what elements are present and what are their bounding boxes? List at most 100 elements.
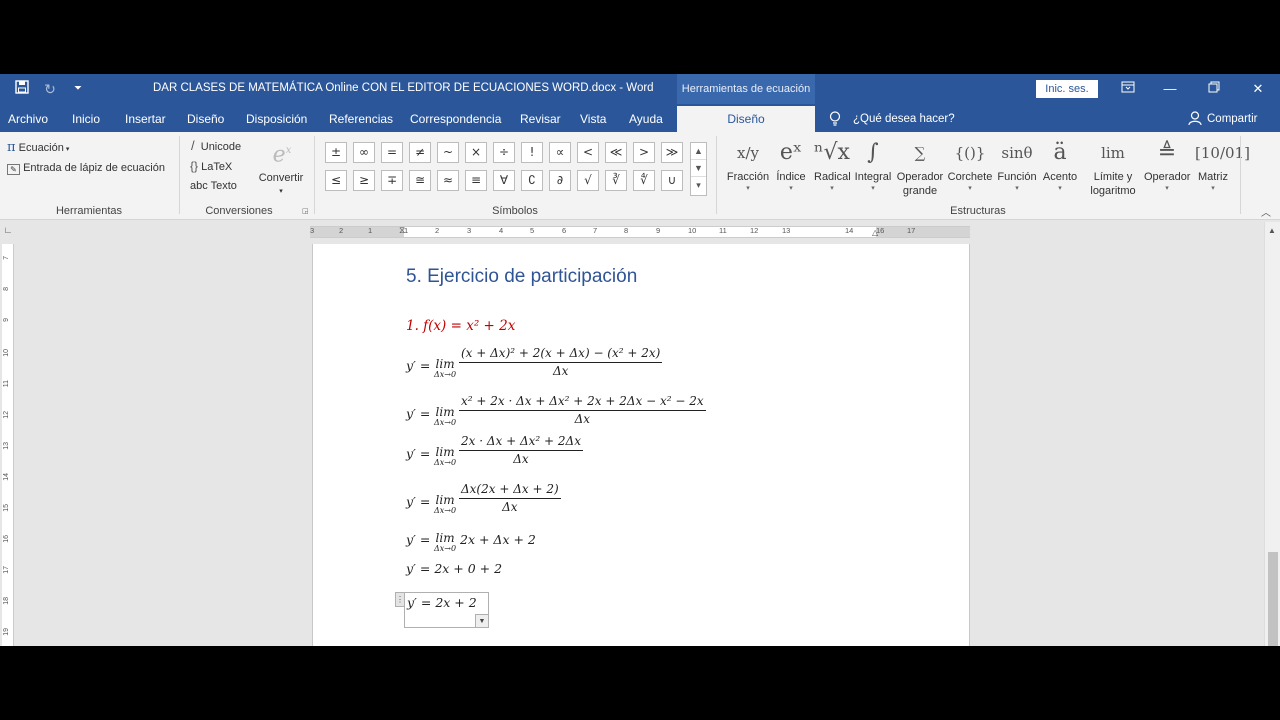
dialog-launcher-icon[interactable]: ◲ (302, 207, 309, 215)
ruler-number: 2 (435, 226, 440, 235)
symbol-button[interactable]: ∀ (493, 170, 515, 191)
latex-label: LaTeX (201, 161, 233, 173)
tab-revisar[interactable]: Revisar (520, 104, 561, 132)
symbol-button[interactable]: ≥ (353, 170, 375, 191)
symbol-button[interactable]: ∪ (661, 170, 683, 191)
ribbon-display-options-icon[interactable] (1116, 79, 1140, 99)
symbol-button[interactable]: × (465, 142, 487, 163)
collapse-ribbon-icon[interactable]: ︿ (1261, 204, 1271, 219)
document-page[interactable]: 5. Ejercicio de participación 1. f(x) = … (312, 244, 970, 646)
matriz-label: Matriz (1198, 171, 1228, 183)
save-icon[interactable] (12, 80, 32, 98)
symbol-button[interactable]: ∂ (549, 170, 571, 191)
tab-insertar[interactable]: Insertar (125, 104, 166, 132)
symbol-button[interactable]: ≪ (605, 142, 627, 163)
symbol-button[interactable]: ∜ (633, 170, 655, 191)
minimize-icon[interactable]: — (1158, 79, 1182, 99)
convertir-label: Convertir (258, 172, 304, 184)
active-equation-box[interactable]: ⋮ y′ = 2x + 2 ▼ (395, 592, 489, 628)
scrollbar-thumb[interactable] (1268, 552, 1278, 646)
structure-funcion-button[interactable]: sinθ Función ▾ (996, 136, 1038, 194)
vertical-scrollbar[interactable]: ▲ (1264, 222, 1280, 646)
limit-operator: lim Δx→0 (434, 406, 456, 427)
structure-radical-button[interactable]: ⁿ√x Radical ▾ (814, 136, 851, 194)
tab-selector-icon[interactable]: ∟ (0, 222, 16, 238)
tab-vista[interactable]: Vista (580, 104, 606, 132)
latex-option[interactable]: {} LaTeX (190, 159, 232, 173)
ink-equation-button[interactable]: ✎ Entrada de lápiz de ecuación (7, 162, 165, 175)
fraction-line-1: (x + Δx)² + 2(x + Δx) − (x² + 2x) Δx (459, 346, 663, 378)
ruler-number: 1 (404, 226, 409, 235)
tab-correspondencia[interactable]: Correspondencia (410, 104, 501, 132)
tell-me-search[interactable]: ¿Qué desea hacer? (853, 104, 955, 132)
unicode-option[interactable]: / Unicode (191, 138, 241, 153)
undo-icon[interactable]: ↻ (40, 80, 60, 98)
structure-indice-button[interactable]: eˣ Índice ▾ (773, 136, 809, 194)
horizontal-ruler[interactable]: ⧖ △ 3 2 1 1 2 3 4 5 6 7 8 9 10 11 12 13 14 16 17 (310, 225, 970, 238)
symbol-button[interactable]: ≡ (465, 170, 487, 191)
tab-diseno[interactable]: Diseño (187, 104, 224, 132)
symbol-button[interactable]: ≈ (437, 170, 459, 191)
structure-integral-button[interactable]: ∫ Integral ▾ (854, 136, 892, 194)
fraction-line-4: Δx(2x + Δx + 2) Δx (459, 482, 561, 514)
symbol-button[interactable]: ~ (437, 142, 459, 163)
symbol-button[interactable]: √ (577, 170, 599, 191)
symbol-button[interactable]: ≠ (409, 142, 431, 163)
text-option[interactable]: abc Texto (190, 180, 237, 192)
symbol-button[interactable]: ≤ (325, 170, 347, 191)
result-line-7[interactable]: y′ = 2x + 2 (407, 595, 477, 610)
structure-operador-grande-button[interactable]: ∑ Operador grande (896, 136, 944, 198)
symbol-button[interactable]: ∞ (353, 142, 375, 163)
symbol-button[interactable]: < (577, 142, 599, 163)
limite-logaritmo-label-2: logaritmo (1090, 185, 1136, 197)
scroll-up-icon[interactable]: ▲ (691, 143, 706, 160)
signin-button[interactable]: Inic. ses. (1036, 80, 1098, 98)
symbols-gallery-scroll[interactable]: ▲ ▼ ▾ (690, 142, 707, 196)
vertical-ruler[interactable]: 7 8 9 10 11 12 13 14 15 16 17 18 19 (2, 244, 14, 646)
symbol-button[interactable]: ≅ (409, 170, 431, 191)
tab-equation-design[interactable]: Diseño (677, 106, 815, 132)
restore-icon[interactable] (1202, 79, 1226, 99)
tab-disposicion[interactable]: Disposición (246, 104, 307, 132)
customize-toolbar-icon[interactable]: ⏷ (68, 80, 88, 98)
symbol-button[interactable]: ∓ (381, 170, 403, 191)
symbol-button[interactable]: ÷ (493, 142, 515, 163)
operador-grande-icon: ∑ (914, 144, 926, 162)
tab-ayuda[interactable]: Ayuda (629, 104, 663, 132)
tab-archivo[interactable]: Archivo (8, 104, 48, 132)
symbol-button[interactable]: ∝ (549, 142, 571, 163)
structure-fraccion-button[interactable]: x/y Fracción ▾ (726, 136, 770, 194)
result-line-6: y′ = 2x + 0 + 2 (406, 561, 503, 576)
acento-icon: ä (1053, 140, 1067, 165)
symbol-button[interactable]: > (633, 142, 655, 163)
symbol-button[interactable]: ≫ (661, 142, 683, 163)
tab-inicio[interactable]: Inicio (72, 104, 100, 132)
symbol-button[interactable]: = (381, 142, 403, 163)
tab-referencias[interactable]: Referencias (329, 104, 393, 132)
scroll-down-icon[interactable]: ▼ (691, 160, 706, 177)
more-symbols-icon[interactable]: ▾ (691, 177, 706, 194)
share-button[interactable]: Compartir (1207, 104, 1257, 132)
separator (314, 136, 315, 214)
structure-acento-button[interactable]: ä Acento ▾ (1041, 136, 1079, 194)
fraccion-icon: x/y (737, 144, 759, 162)
limite-logaritmo-icon: lim (1101, 144, 1125, 162)
operador-icon: ≜ (1157, 140, 1177, 165)
symbol-button[interactable]: ∛ (605, 170, 627, 191)
convertir-button[interactable]: Convertir ▾ (258, 172, 304, 196)
structure-operador-button[interactable]: ≜ Operador ▾ (1144, 136, 1190, 194)
ruler-number: 3 (467, 226, 472, 235)
structure-matriz-button[interactable]: [10/01] Matriz ▾ (1195, 136, 1250, 194)
equation-grip-icon[interactable]: ⋮ (395, 592, 405, 607)
ecuacion-button[interactable]: π Ecuación ▾ (7, 140, 69, 155)
close-icon[interactable]: ✕ (1246, 79, 1270, 99)
ruler-number: 6 (562, 226, 567, 235)
derivative-prefix: y′ = (406, 358, 431, 373)
equation-options-dropdown-icon[interactable]: ▼ (475, 614, 489, 628)
symbol-button[interactable]: ± (325, 142, 347, 163)
scroll-up-arrow-icon[interactable]: ▲ (1268, 226, 1276, 235)
structure-corchete-button[interactable]: {()} Corchete ▾ (947, 136, 993, 194)
symbol-button[interactable]: ∁ (521, 170, 543, 191)
structure-limite-logaritmo-button[interactable]: lim Límite y logaritmo (1085, 136, 1141, 198)
symbol-button[interactable]: ! (521, 142, 543, 163)
